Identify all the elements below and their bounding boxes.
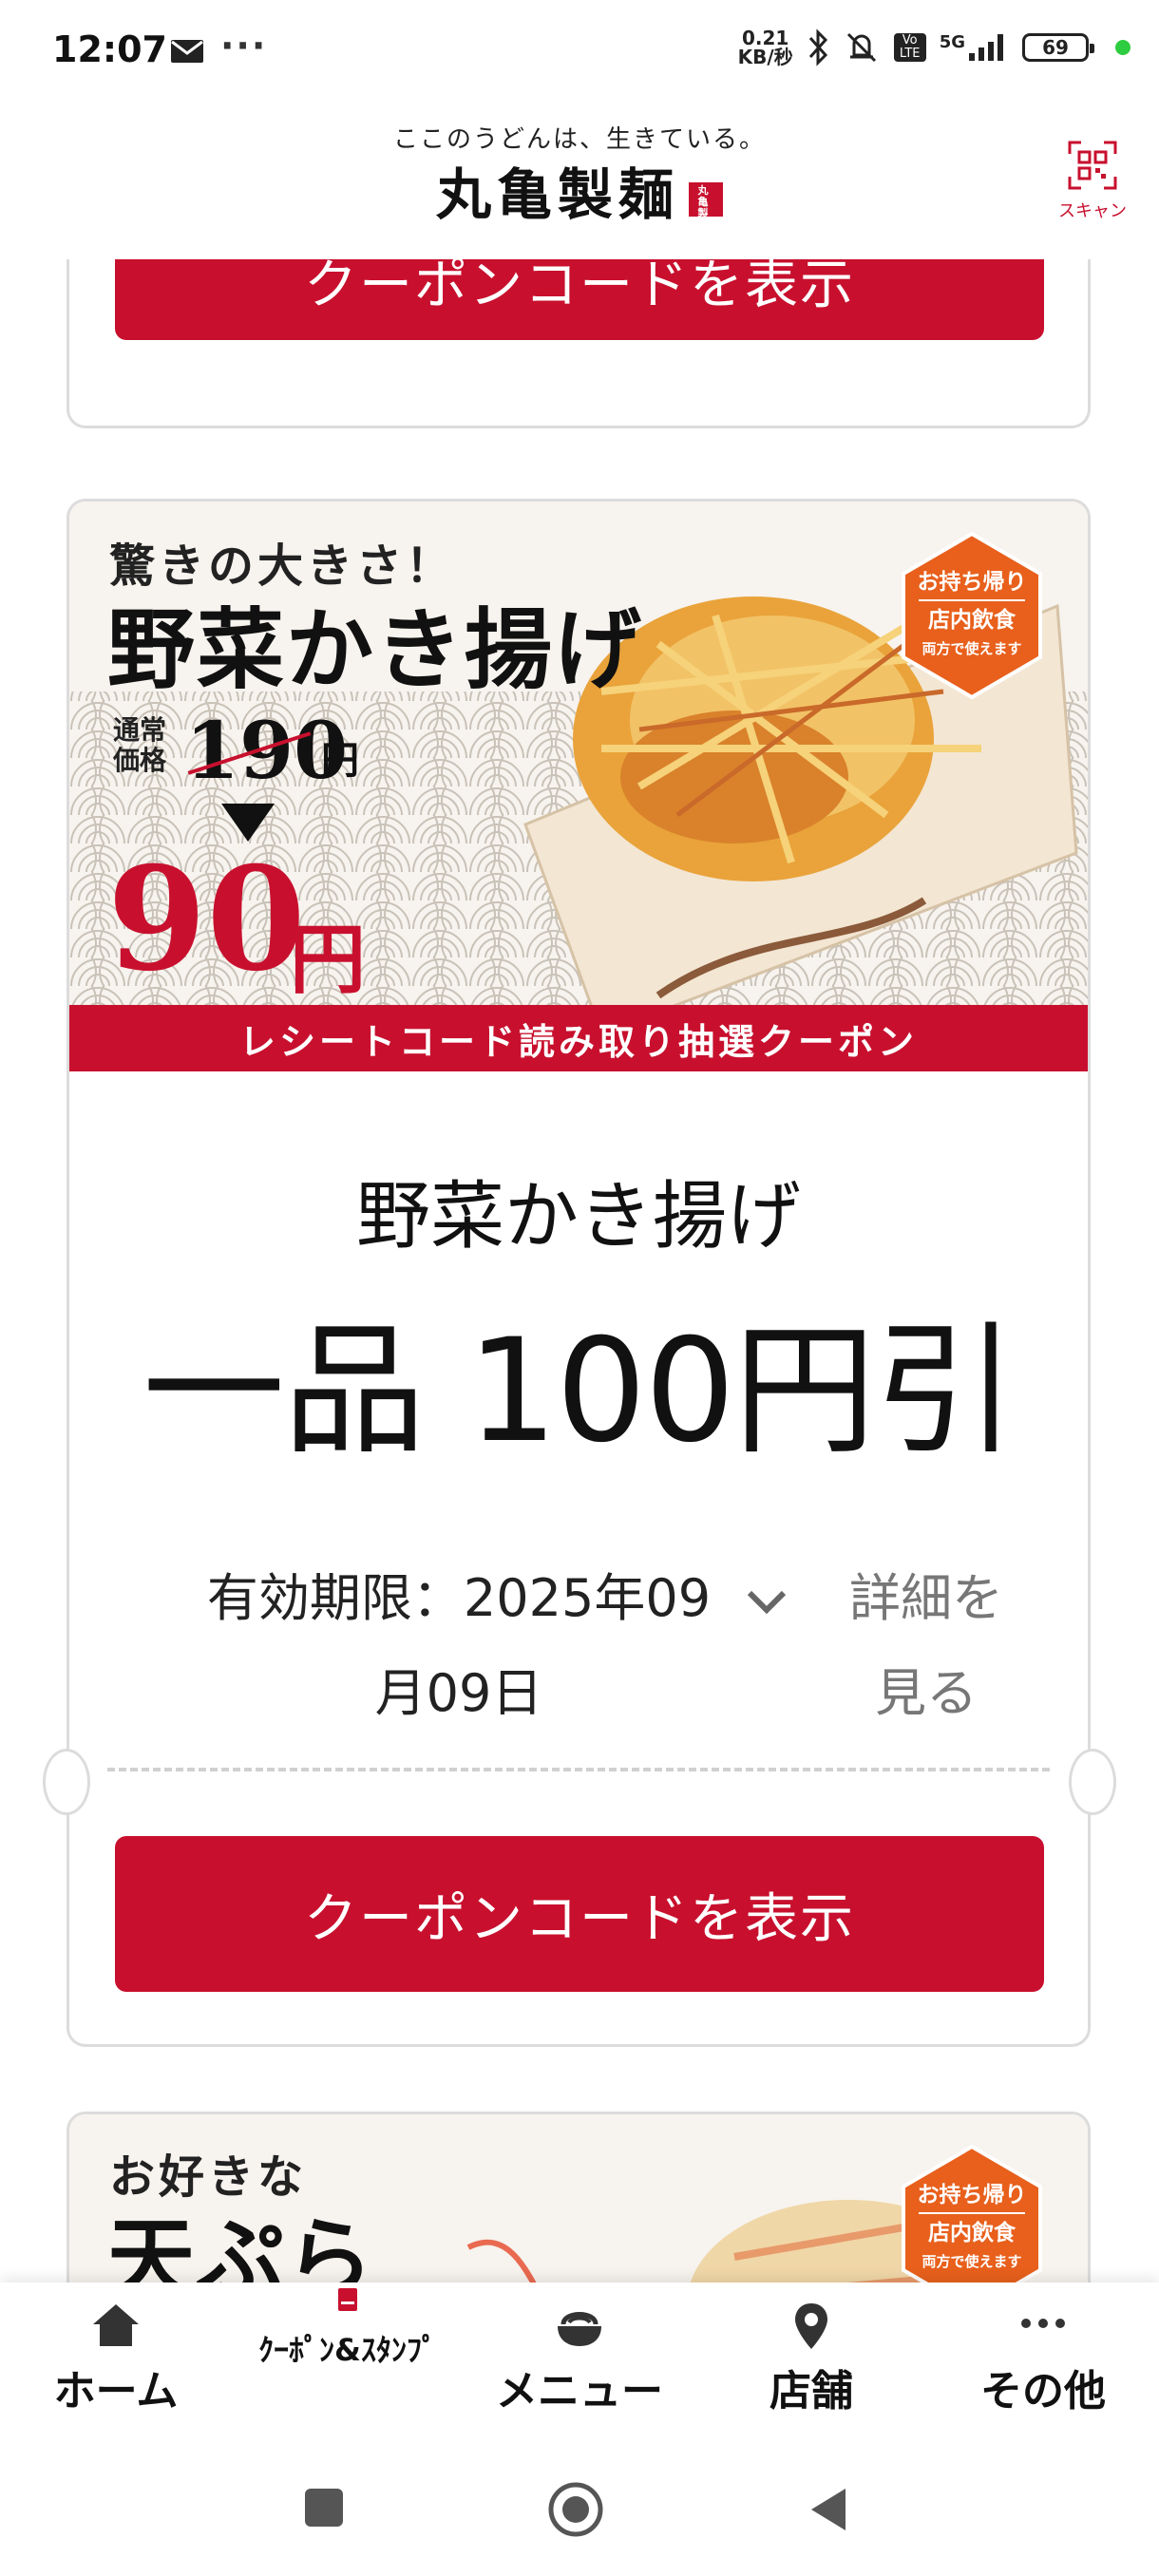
- show-coupon-code-label: クーポンコードを表示: [304, 259, 855, 316]
- status-more-dots: ···: [220, 25, 268, 66]
- bottom-navigation: ホーム ｸｰﾎﾟﾝ&ｽﾀﾝﾌﾟ メニュー 店舗 その他: [0, 2282, 1159, 2443]
- home-button-icon[interactable]: [547, 2481, 604, 2538]
- banner-sale-price-unit: 円: [290, 915, 366, 1004]
- mail-icon: [171, 40, 203, 63]
- battery-icon: 69: [1022, 33, 1094, 62]
- app-header: ここのうどんは、生きている。 丸亀製麺 丸亀製麺 スキャン: [0, 112, 1159, 259]
- details-label-line1: 詳細を: [849, 1568, 1003, 1628]
- coupon-card-next[interactable]: お好きな 天ぷら お持ち帰り 店内飲食 両方で使えます: [66, 2112, 1091, 2282]
- perforation-divider: [107, 1768, 1050, 1771]
- scan-button[interactable]: スキャン: [1045, 141, 1140, 222]
- coupon-card: 驚きの大きさ！ 野菜かき揚げ 通常価格 190 円 90 円 お持ち帰り 店内飲…: [66, 499, 1091, 2047]
- badge-line1: お持ち帰り: [918, 570, 1027, 595]
- nav-stores[interactable]: 店舗: [695, 2282, 927, 2443]
- show-coupon-code-button[interactable]: クーポンコードを表示: [115, 1836, 1044, 1992]
- nav-menu-label: メニュー: [496, 2367, 663, 2415]
- coupon-banner-image[interactable]: お好きな 天ぷら お持ち帰り 店内飲食 両方で使えます: [69, 2114, 1088, 2282]
- brand-logo: 丸亀製麺 丸亀製麺: [0, 150, 1159, 231]
- details-label-line2: 見る: [875, 1663, 978, 1723]
- coupon-card-previous: クーポンコードを表示: [66, 259, 1091, 428]
- status-time: 12:07: [52, 28, 167, 70]
- banner-product-name: 天ぷら: [107, 2207, 376, 2282]
- nav-more-label: その他: [980, 2367, 1106, 2415]
- network-speed-value: 0.21: [741, 27, 789, 49]
- status-indicator-dot: [1115, 40, 1130, 55]
- banner-normal-price-label: 通常価格: [113, 714, 167, 776]
- bluetooth-icon: [808, 28, 827, 66]
- signal-icon: [969, 34, 1003, 61]
- badge-line2: 店内飲食: [928, 607, 1016, 633]
- qr-scan-icon: [1068, 141, 1117, 190]
- bowl-icon: [558, 2312, 601, 2346]
- nav-menu[interactable]: メニュー: [464, 2282, 695, 2443]
- home-icon: [93, 2304, 139, 2346]
- volte-icon: Vo LTE: [893, 33, 926, 62]
- nav-stores-label: 店舗: [770, 2367, 853, 2415]
- banner-product-name: 野菜かき揚げ: [107, 598, 644, 701]
- coupon-icon: [338, 2288, 357, 2311]
- show-coupon-code-label: クーポンコードを表示: [304, 1887, 855, 1950]
- coupon-list[interactable]: クーポンコードを表示 驚きの大きさ！ 野菜かき揚げ 通常価格 190 円 90 …: [0, 259, 1159, 2282]
- brand-name: 丸亀製麺: [435, 162, 679, 227]
- more-icon: [1021, 2319, 1065, 2328]
- nav-more[interactable]: その他: [927, 2282, 1159, 2443]
- recent-apps-icon[interactable]: [302, 2486, 346, 2529]
- scan-label: スキャン: [1058, 201, 1127, 221]
- nav-coupon-stamp-label: ｸｰﾎﾟﾝ&ｽﾀﾝﾌﾟ: [258, 2332, 437, 2368]
- badge-line3: 両方で使えます: [922, 2253, 1021, 2270]
- badge-line1: お持ち帰り: [918, 2183, 1027, 2207]
- chevron-down-icon: [747, 1590, 787, 1615]
- show-coupon-code-button[interactable]: クーポンコードを表示: [115, 259, 1044, 340]
- network-type: 5G: [939, 32, 965, 52]
- coupon-discount-value: 一品 100円引: [142, 1309, 1016, 1474]
- network-speed-unit: KB/秒: [737, 46, 793, 68]
- coupon-expiry: 有効期限：2025年09 月09日: [126, 1551, 791, 1741]
- banner-strip: レシートコード読み取り抽選クーポン: [69, 1005, 1088, 1071]
- takeout-dinein-badge: お持ち帰り 店内飲食 両方で使えます: [902, 531, 1042, 700]
- coupon-banner-image[interactable]: 驚きの大きさ！ 野菜かき揚げ 通常価格 190 円 90 円 お持ち帰り 店内飲…: [69, 502, 1088, 1071]
- badge-line2: 店内飲食: [928, 2220, 1016, 2245]
- details-toggle[interactable]: 詳細を 見る: [746, 1551, 1031, 1741]
- brand-seal: 丸亀製麺: [689, 182, 723, 231]
- ticket-notch-left: [43, 1749, 90, 1815]
- ticket-notch-right: [1069, 1749, 1116, 1815]
- nav-home[interactable]: ホーム: [0, 2282, 232, 2443]
- location-pin-icon: [795, 2303, 827, 2349]
- banner-sale-price: 90: [107, 836, 306, 1003]
- badge-line3: 両方で使えます: [922, 640, 1021, 657]
- back-icon[interactable]: [808, 2486, 849, 2533]
- status-bar: 12:07 ··· 0.21 KB/秒 Vo LTE 5G 69: [0, 0, 1159, 112]
- takeout-dinein-badge: お持ち帰り 店内飲食 両方で使えます: [902, 2144, 1042, 2282]
- coupon-expiry-line1: 有効期限：2025年09: [206, 1568, 712, 1628]
- banner-normal-price-unit: 円: [321, 738, 359, 783]
- mute-icon: [846, 32, 876, 63]
- nav-coupon-stamp[interactable]: ｸｰﾎﾟﾝ&ｽﾀﾝﾌﾟ: [232, 2282, 464, 2443]
- system-navigation-bar: [0, 2443, 1159, 2576]
- coupon-title: 野菜かき揚げ: [355, 1174, 801, 1260]
- nav-home-label: ホーム: [53, 2367, 179, 2415]
- coupon-expiry-line2: 月09日: [374, 1663, 543, 1723]
- network-speed: 0.21 KB/秒: [738, 28, 793, 66]
